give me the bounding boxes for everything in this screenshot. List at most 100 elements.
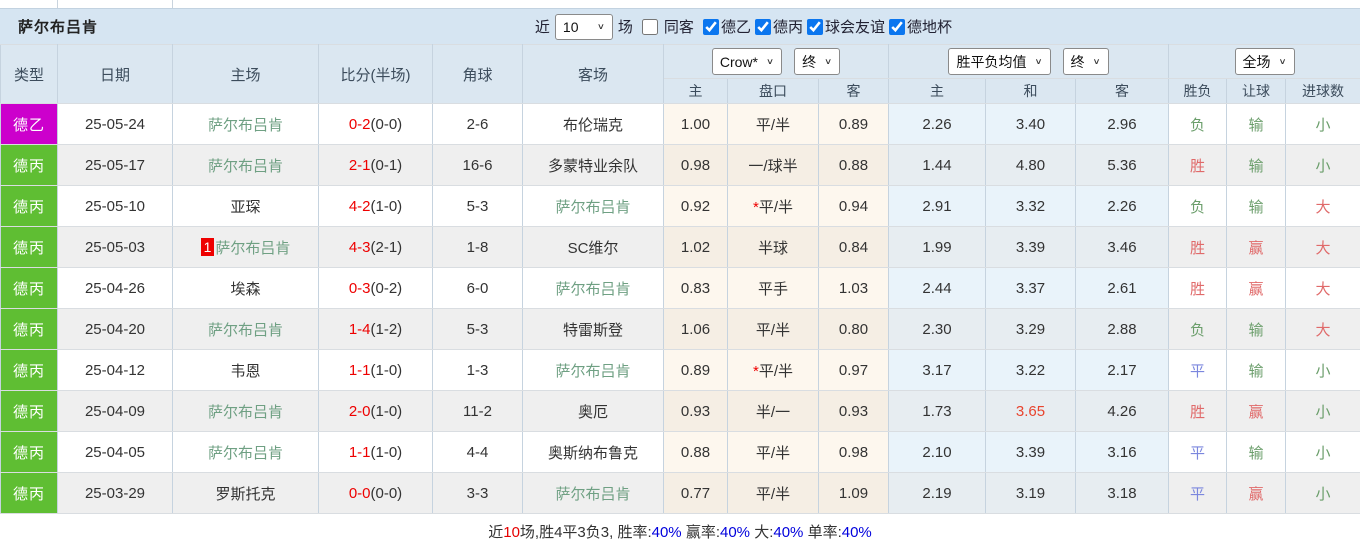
- eu-home-odds: 1.73: [889, 391, 986, 432]
- ah-time-select[interactable]: 终 ∨: [794, 48, 840, 75]
- away-team-name: 萨尔布吕肯: [555, 199, 630, 216]
- subcol-goals: 进球数: [1286, 79, 1360, 104]
- league-checkbox[interactable]: [807, 19, 823, 35]
- corner-cell: 11-2: [433, 391, 523, 432]
- chevron-down-icon: ∨: [597, 22, 605, 32]
- corner-cell: 2-6: [433, 104, 523, 145]
- date-cell: 25-04-05: [58, 432, 173, 473]
- eu-time-select[interactable]: 终 ∨: [1063, 48, 1109, 75]
- eu-draw-odds: 3.37: [986, 268, 1076, 309]
- ah-home-odds: 1.06: [664, 309, 728, 350]
- away-team-cell: 萨尔布吕肯: [523, 268, 664, 309]
- result-handicap-cell: 输: [1227, 309, 1286, 350]
- away-team-cell: 萨尔布吕肯: [523, 186, 664, 227]
- home-team-name: 亚琛: [230, 199, 260, 216]
- ah-home-odds: 0.83: [664, 268, 728, 309]
- col-header-home: 主场: [173, 45, 319, 104]
- chevron-down-icon: ∨: [766, 57, 774, 67]
- result-goals-cell: 小: [1286, 104, 1360, 145]
- recent-label: 近: [535, 16, 550, 37]
- eu-away-odds: 3.18: [1076, 473, 1169, 514]
- league-type-badge: 德丙: [1, 268, 58, 309]
- away-team-name: SC维尔: [568, 240, 619, 257]
- result-goals-cell: 小: [1286, 350, 1360, 391]
- same-venue-label: 同客: [664, 16, 694, 37]
- eu-home-odds: 2.19: [889, 473, 986, 514]
- fulltime-score: 0-3: [349, 280, 371, 297]
- away-team-name: 萨尔布吕肯: [555, 363, 630, 380]
- score-cell: 4-3(2-1): [319, 227, 433, 268]
- result-wdl-cell: 平: [1169, 432, 1227, 473]
- result-goals-cell: 小: [1286, 473, 1360, 514]
- result-group-header: 全场 ∨: [1169, 45, 1360, 79]
- league-type-badge: 德丙: [1, 227, 58, 268]
- eu-draw-odds: 3.29: [986, 309, 1076, 350]
- same-venue-checkbox[interactable]: [642, 19, 658, 35]
- eu-home-odds: 2.44: [889, 268, 986, 309]
- date-cell: 25-05-17: [58, 145, 173, 186]
- corner-cell: 16-6: [433, 145, 523, 186]
- ah-group-header: Crow* ∨ 终 ∨: [664, 45, 889, 79]
- result-goals-cell: 小: [1286, 391, 1360, 432]
- away-team-cell: 萨尔布吕肯: [523, 350, 664, 391]
- recent-count-select[interactable]: 10 ∨: [555, 14, 613, 40]
- subcol-ah-home: 主: [664, 79, 728, 104]
- eu-company-select[interactable]: 胜平负均值 ∨: [948, 48, 1050, 75]
- league-checkbox[interactable]: [889, 19, 905, 35]
- away-team-name: 多蒙特业余队: [548, 158, 638, 175]
- col-header-score: 比分(半场): [319, 45, 433, 104]
- home-team-cell: 萨尔布吕肯: [173, 432, 319, 473]
- match-row: 德丙25-04-09萨尔布吕肯2-0(1-0)11-2奥厄0.93半/一0.93…: [1, 391, 1360, 432]
- league-checkbox[interactable]: [703, 19, 719, 35]
- result-wdl-cell: 负: [1169, 104, 1227, 145]
- home-team-name: 萨尔布吕肯: [208, 117, 283, 134]
- match-row: 德丙25-04-20萨尔布吕肯1-4(1-2)5-3特雷斯登1.06平/半0.8…: [1, 309, 1360, 350]
- result-wdl-cell: 负: [1169, 186, 1227, 227]
- result-goals-cell: 小: [1286, 145, 1360, 186]
- league-checkbox[interactable]: [755, 19, 771, 35]
- ah-away-odds: 0.98: [819, 432, 889, 473]
- eu-draw-odds: 3.65: [986, 391, 1076, 432]
- home-team-name: 埃森: [230, 281, 260, 298]
- league-filter-label: 球会友谊: [825, 16, 885, 37]
- home-team-name: 罗斯托克: [215, 486, 275, 503]
- halftime-score: (1-0): [371, 444, 403, 461]
- eu-home-odds: 2.30: [889, 309, 986, 350]
- subcol-eu-away: 客: [1076, 79, 1169, 104]
- summary-segment: 赢率:: [682, 524, 720, 541]
- league-type-badge: 德丙: [1, 432, 58, 473]
- ah-away-odds: 0.97: [819, 350, 889, 391]
- summary-segment: 40%: [842, 524, 872, 541]
- corner-cell: 5-3: [433, 309, 523, 350]
- eu-draw-odds: 3.32: [986, 186, 1076, 227]
- eu-home-odds: 1.44: [889, 145, 986, 186]
- league-type-badge: 德丙: [1, 473, 58, 514]
- corner-cell: 3-3: [433, 473, 523, 514]
- ah-line-cell: 半球: [728, 227, 819, 268]
- ah-line-cell: 平/半: [728, 309, 819, 350]
- away-team-name: 萨尔布吕肯: [555, 486, 630, 503]
- match-row: 德丙25-03-29罗斯托克0-0(0-0)3-3萨尔布吕肯0.77平/半1.0…: [1, 473, 1360, 514]
- eu-draw-odds: 3.39: [986, 432, 1076, 473]
- halftime-score: (0-2): [371, 280, 403, 297]
- result-scope-select[interactable]: 全场 ∨: [1235, 48, 1295, 75]
- eu-away-odds: 2.96: [1076, 104, 1169, 145]
- filter-bar: 近 10 ∨ 场 同客 德乙德丙球会友谊德地杯: [535, 14, 952, 40]
- ah-away-odds: 1.09: [819, 473, 889, 514]
- summary-segment: 40%: [652, 524, 682, 541]
- subcol-eu-draw: 和: [986, 79, 1076, 104]
- col-header-corner: 角球: [433, 45, 523, 104]
- league-filter-label: 德乙: [721, 16, 751, 37]
- eu-away-odds: 5.36: [1076, 145, 1169, 186]
- summary-segment: 近: [488, 524, 503, 541]
- ah-line-cell: 平/半: [728, 104, 819, 145]
- ah-home-odds: 0.93: [664, 391, 728, 432]
- corner-cell: 1-3: [433, 350, 523, 391]
- ah-company-select[interactable]: Crow* ∨: [712, 48, 782, 75]
- live-star-marker: *: [753, 199, 759, 216]
- ah-away-odds: 0.88: [819, 145, 889, 186]
- league-type-badge: 德丙: [1, 309, 58, 350]
- ah-line-cell: 平/半: [728, 432, 819, 473]
- subcol-handicap: 让球: [1227, 79, 1286, 104]
- eu-away-odds: 3.16: [1076, 432, 1169, 473]
